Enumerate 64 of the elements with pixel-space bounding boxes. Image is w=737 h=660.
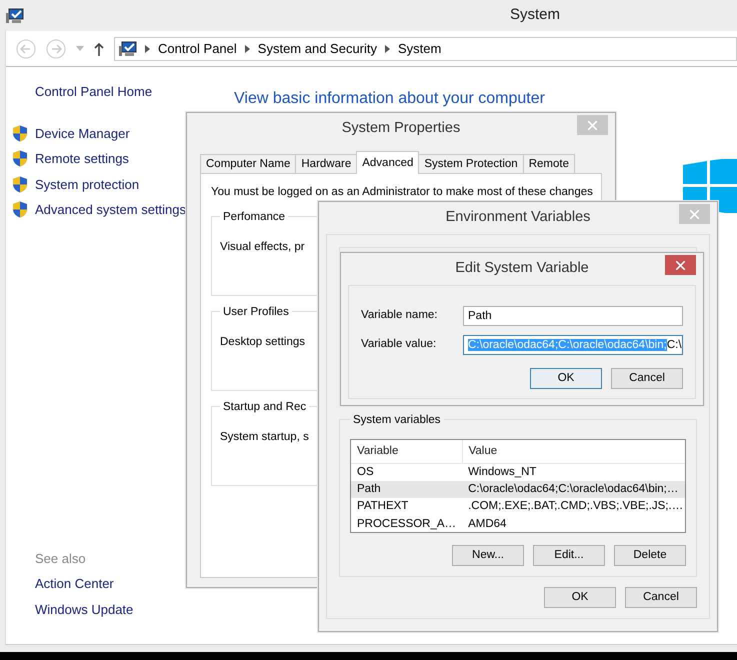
control-panel-home-link[interactable]: Control Panel Home — [35, 84, 152, 99]
shield-icon — [12, 201, 28, 218]
table-row[interactable]: Path C:\oracle\odac64;C:\oracle\odac64\bin;… — [351, 481, 685, 498]
breadcrumb[interactable]: Control Panel — [158, 38, 237, 58]
chevron-icon[interactable] — [385, 44, 390, 52]
tab[interactable]: Computer Name — [200, 154, 296, 173]
sidebar-link[interactable]: Advanced system settings — [35, 200, 186, 220]
table-row[interactable]: OS Windows_NT — [351, 463, 685, 481]
edit-button[interactable]: Edit... — [533, 545, 605, 566]
table-row[interactable]: PROCESSOR_A… AMD64 — [351, 516, 685, 532]
new-button[interactable]: New... — [452, 545, 524, 566]
table-cell: C:\oracle\odac64;C:\oracle\odac64\bin;… — [462, 481, 685, 498]
close-icon — [690, 210, 699, 218]
table-cell-text: PROCESSOR_A… — [356, 516, 458, 532]
chevron-icon[interactable] — [244, 44, 250, 52]
shield-icon — [12, 176, 28, 193]
variable-value-field[interactable]: C:\oracle\odac64;C:\oracle\odac64\bin;C:\ — [463, 335, 683, 355]
tab[interactable]: Remote — [522, 154, 575, 173]
shield-icon — [12, 150, 28, 168]
close-icon — [676, 260, 685, 270]
sidebar-link[interactable]: System protection — [35, 174, 140, 194]
sidebar-link[interactable]: Device Manager — [35, 124, 130, 143]
dialog-title: Environment Variables — [446, 208, 590, 228]
cancel-button[interactable]: Cancel — [611, 368, 683, 389]
page-heading: View basic information about your computer — [234, 89, 546, 109]
shield-icon — [12, 124, 28, 142]
tab[interactable]: Advanced — [356, 151, 420, 174]
up-arrow-icon[interactable] — [94, 42, 104, 56]
close-button[interactable] — [665, 255, 696, 275]
table-cell: PATHEXT — [351, 498, 462, 516]
field-label: Variable name: — [361, 308, 438, 324]
dialog-title: Edit System Variable — [455, 259, 589, 278]
windows-logo-icon — [683, 159, 737, 213]
ok-button[interactable]: OK — [530, 368, 602, 389]
sidebar-link[interactable]: Windows Update — [35, 600, 134, 619]
delete-button[interactable]: Delete — [614, 545, 686, 566]
breadcrumb[interactable]: System — [398, 38, 442, 58]
ok-button[interactable]: OK — [544, 587, 616, 608]
table-cell: .COM;.EXE;.BAT;.CMD;.VBS;.VBE;.JS;.… — [462, 498, 685, 516]
column-header[interactable]: Variable — [351, 440, 462, 464]
window-title: System — [510, 5, 560, 26]
close-icon — [588, 120, 597, 130]
table-row[interactable]: PATHEXT .COM;.EXE;.BAT;.CMD;.VBS;.VBE;.JS;.… — [351, 498, 685, 516]
column-header[interactable]: Value — [462, 440, 685, 464]
address-bar[interactable]: Control Panel System and Security System — [114, 36, 737, 60]
notice-text: You must be logged on as an Administrator to make most of these changes — [211, 185, 591, 200]
computer-icon — [119, 40, 137, 56]
group-text: Desktop settings — [220, 334, 306, 350]
group-text: System startup, s — [220, 430, 309, 444]
chevron-icon[interactable] — [145, 44, 150, 52]
variable-name-field[interactable]: Path — [463, 306, 683, 326]
sidebar-link[interactable]: Action Center — [35, 574, 114, 594]
breadcrumb[interactable]: System and Security — [258, 38, 377, 58]
computer-icon — [6, 8, 24, 24]
table-cell-text: AMD64 — [467, 516, 508, 532]
dialog-title: System Properties — [342, 119, 460, 138]
cancel-button[interactable]: Cancel — [625, 587, 697, 608]
sidebar-link[interactable]: Remote settings — [35, 149, 129, 168]
table-cell: OS — [351, 463, 462, 481]
table-cell: Windows_NT — [462, 463, 685, 481]
field-label: Variable value: — [361, 337, 438, 352]
section-heading: See also — [35, 550, 86, 568]
table-cell: Path — [351, 481, 462, 498]
group-text: Visual effects, pr — [220, 240, 305, 254]
